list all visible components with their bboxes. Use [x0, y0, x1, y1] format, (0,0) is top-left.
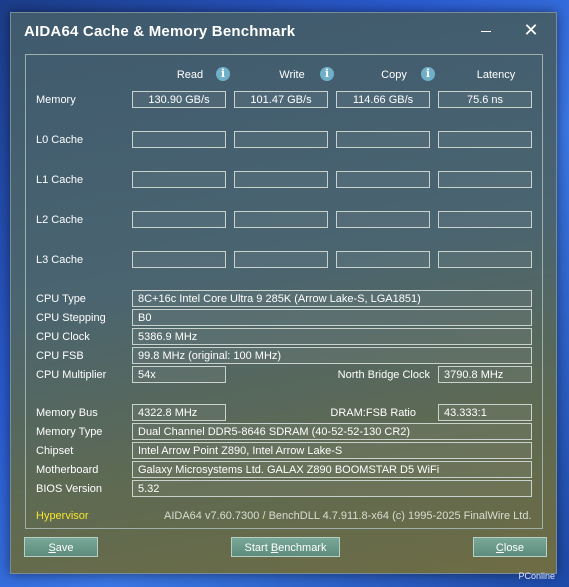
l0-read-value	[132, 131, 226, 148]
memory-copy-value: 114.66 GB/s	[336, 91, 430, 108]
save-label: ave	[55, 542, 74, 554]
l0-write-value	[234, 131, 328, 148]
save-mnemonic: S	[48, 542, 56, 554]
start-label-rest: enchmark	[278, 542, 327, 554]
chipset-value: Intel Arrow Point Z890, Intel Arrow Lake…	[132, 442, 532, 459]
cpu-fsb-label: CPU FSB	[36, 350, 84, 362]
memory-type-label: Memory Type	[36, 426, 103, 438]
l3-copy-value	[336, 251, 430, 268]
motherboard-label: Motherboard	[36, 464, 99, 476]
benchmark-window: AIDA64 Cache & Memory Benchmark ✕ Read i…	[10, 12, 557, 574]
close-mnemonic: C	[495, 542, 504, 554]
cpu-fsb-value: 99.8 MHz (original: 100 MHz)	[132, 347, 532, 364]
cpu-stepping-label: CPU Stepping	[36, 312, 106, 324]
l1-write-value	[234, 171, 328, 188]
dram-fsb-ratio-value: 43.333:1	[438, 404, 532, 421]
memory-bus-value: 4322.8 MHz	[132, 404, 226, 421]
cpu-clock-label: CPU Clock	[36, 331, 90, 343]
nb-clock-value: 3790.8 MHz	[438, 366, 532, 383]
l3-write-value	[234, 251, 328, 268]
results-panel: Read i Write i Copy i Latency Memory 130…	[25, 54, 543, 529]
l3-latency-value	[438, 251, 532, 268]
l2-read-value	[132, 211, 226, 228]
l3-read-value	[132, 251, 226, 268]
title-bar: AIDA64 Cache & Memory Benchmark ✕	[11, 13, 556, 49]
start-label-pre: Start	[244, 542, 271, 554]
l0-copy-value	[336, 131, 430, 148]
l2-latency-value	[438, 211, 532, 228]
close-button[interactable]: Close	[473, 537, 547, 557]
row-label-l0: L0 Cache	[36, 134, 84, 146]
info-icon[interactable]: i	[320, 67, 334, 81]
start-benchmark-button[interactable]: Start Benchmark	[231, 537, 340, 557]
watermark: PConline	[518, 571, 555, 581]
memory-type-value: Dual Channel DDR5-8646 SDRAM (40-52-52-1…	[132, 423, 532, 440]
info-icon[interactable]: i	[216, 67, 230, 81]
chipset-label: Chipset	[36, 445, 74, 457]
bios-version-value: 5.32	[132, 480, 532, 497]
version-text: AIDA64 v7.60.7300 / BenchDLL 4.7.911.8-x…	[164, 510, 532, 522]
l2-write-value	[234, 211, 328, 228]
l0-latency-value	[438, 131, 532, 148]
motherboard-value: Galaxy Microsystems Ltd. GALAX Z890 BOOM…	[132, 461, 532, 478]
l2-copy-value	[336, 211, 430, 228]
header-latency: Latency	[476, 69, 516, 81]
l1-copy-value	[336, 171, 430, 188]
row-label-l1: L1 Cache	[36, 174, 84, 186]
close-label: lose	[503, 542, 525, 554]
dram-fsb-ratio-label: DRAM:FSB Ratio	[330, 407, 416, 419]
row-label-l3: L3 Cache	[36, 254, 84, 266]
close-window-button[interactable]: ✕	[516, 19, 546, 43]
minimize-button[interactable]	[471, 19, 501, 43]
cpu-type-value: 8C+16c Intel Core Ultra 9 285K (Arrow La…	[132, 290, 532, 307]
memory-read-value: 130.90 GB/s	[132, 91, 226, 108]
close-icon: ✕	[523, 20, 539, 40]
save-button[interactable]: Save	[24, 537, 98, 557]
nb-clock-label: North Bridge Clock	[337, 369, 430, 381]
cpu-type-label: CPU Type	[36, 293, 86, 305]
memory-latency-value: 75.6 ns	[438, 91, 532, 108]
memory-bus-label: Memory Bus	[36, 407, 98, 419]
window-title: AIDA64 Cache & Memory Benchmark	[24, 23, 296, 40]
row-label-memory: Memory	[36, 94, 76, 106]
cpu-clock-value: 5386.9 MHz	[132, 328, 532, 345]
bios-version-label: BIOS Version	[36, 483, 103, 495]
cpu-multiplier-label: CPU Multiplier	[36, 369, 107, 381]
cpu-multiplier-value: 54x	[132, 366, 226, 383]
row-label-l2: L2 Cache	[36, 214, 84, 226]
l1-latency-value	[438, 171, 532, 188]
info-icon[interactable]: i	[421, 67, 435, 81]
cpu-stepping-value: B0	[132, 309, 532, 326]
memory-write-value: 101.47 GB/s	[234, 91, 328, 108]
hypervisor-link[interactable]: Hypervisor	[36, 510, 89, 522]
l1-read-value	[132, 171, 226, 188]
minimize-icon	[481, 30, 491, 32]
